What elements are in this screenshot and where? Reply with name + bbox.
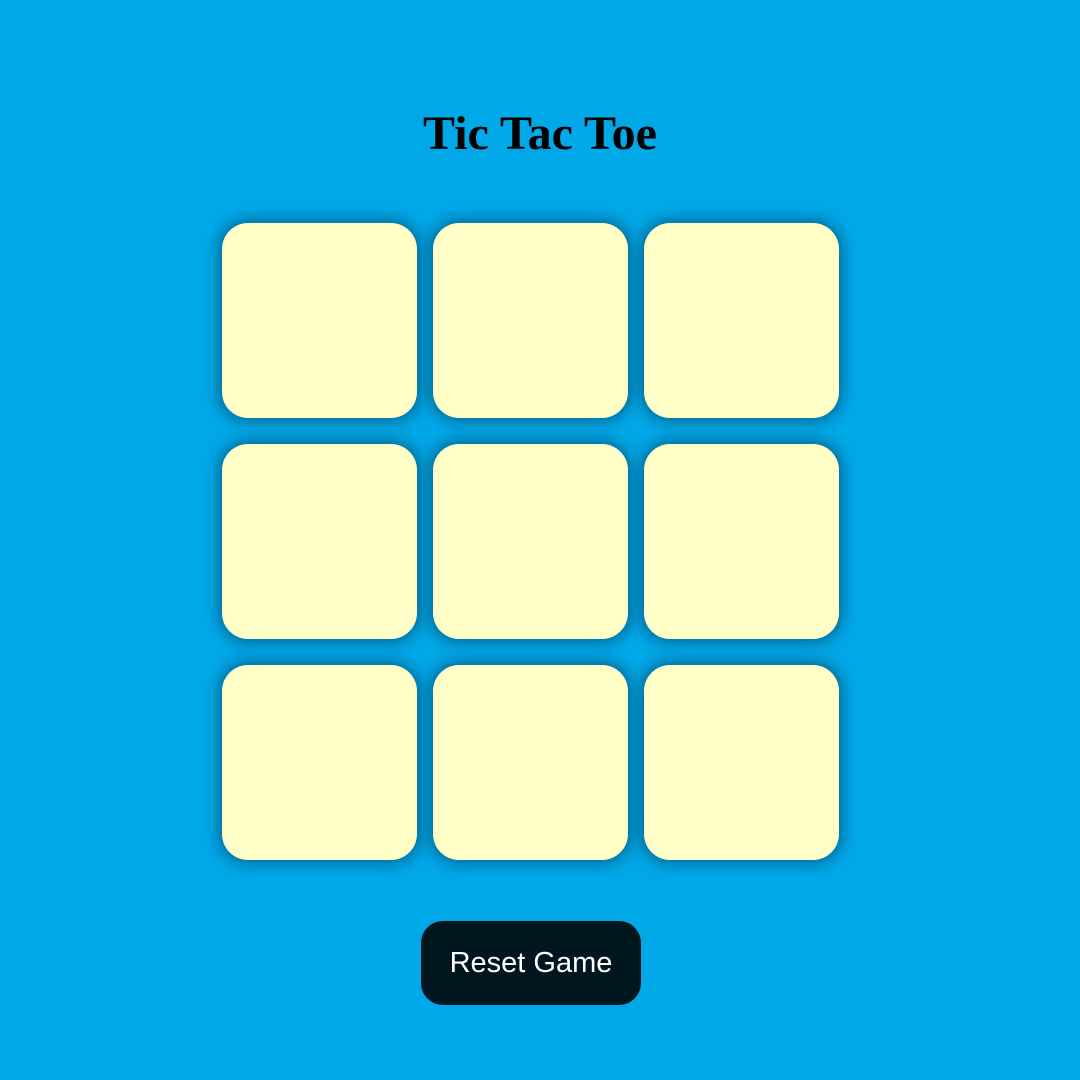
board-cell-1[interactable] xyxy=(222,223,417,418)
board-cell-9[interactable] xyxy=(644,665,839,860)
board-cell-4[interactable] xyxy=(222,444,417,639)
game-title: Tic Tac Toe xyxy=(423,107,657,160)
game-board xyxy=(222,223,839,861)
board-cell-3[interactable] xyxy=(644,223,839,418)
board-cell-8[interactable] xyxy=(433,665,628,860)
board-cell-5[interactable] xyxy=(433,444,628,639)
board-cell-2[interactable] xyxy=(433,223,628,418)
board-cell-7[interactable] xyxy=(222,665,417,860)
reset-game-button[interactable]: Reset Game xyxy=(421,921,641,1005)
board-cell-6[interactable] xyxy=(644,444,839,639)
